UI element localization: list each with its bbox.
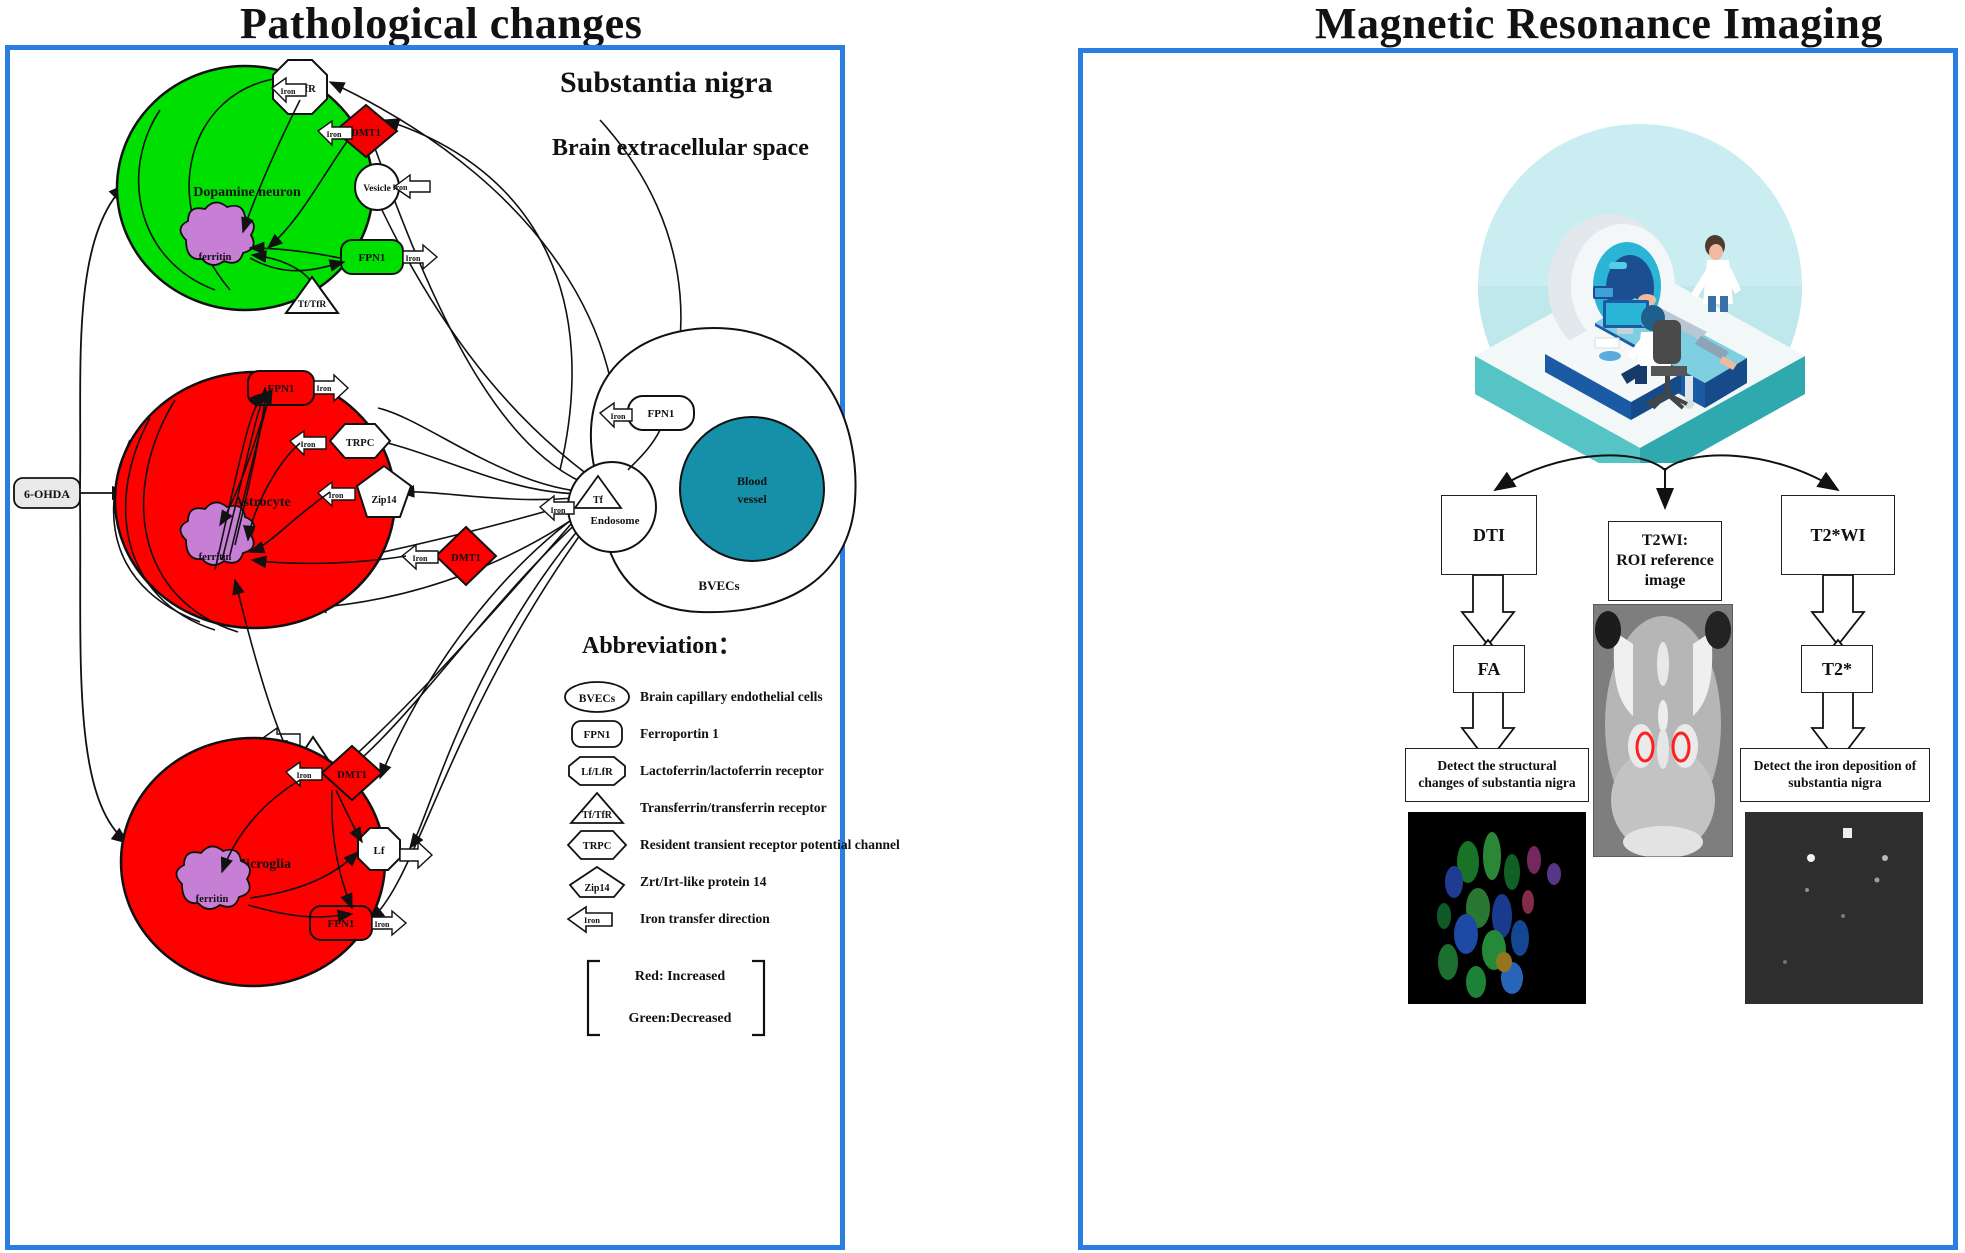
figure-root: Pathological changes Magnetic Resonance … (0, 0, 1965, 1253)
t2star-label: T2* (1821, 658, 1852, 679)
t2swi-box: T2*WI (1781, 495, 1895, 575)
fa-box: FA (1453, 645, 1525, 693)
t2wi-roi-image (1593, 604, 1733, 857)
t2wi-line3: image (1644, 572, 1686, 589)
structural-line1: Detect the structural (1437, 758, 1557, 774)
structural-conclusion-box: Detect the structural changes of substan… (1405, 748, 1589, 802)
dti-box: DTI (1441, 495, 1537, 575)
fa-label: FA (1477, 658, 1501, 679)
t2star-map (1745, 812, 1923, 1004)
iron-conclusion-box: Detect the iron deposition of substantia… (1740, 748, 1930, 802)
t2wi-line2: ROI reference (1616, 552, 1714, 569)
t2swi-label: T2*WI (1810, 524, 1866, 545)
arrow-dti-to-fa (1460, 574, 1516, 647)
dti-color-fa-map (1408, 812, 1586, 1004)
iron-line2: substantia nigra (1788, 775, 1882, 790)
t2wi-line1: T2WI: (1641, 532, 1689, 549)
arrow-t2swi-to-t2s (1810, 574, 1866, 647)
iron-line1: Detect the iron deposition of (1753, 758, 1917, 774)
t2wi-box: T2WI: ROI reference image (1608, 521, 1722, 601)
dti-label: DTI (1472, 524, 1505, 545)
t2star-box: T2* (1801, 645, 1873, 693)
structural-line2: changes of substantia nigra (1418, 775, 1576, 790)
